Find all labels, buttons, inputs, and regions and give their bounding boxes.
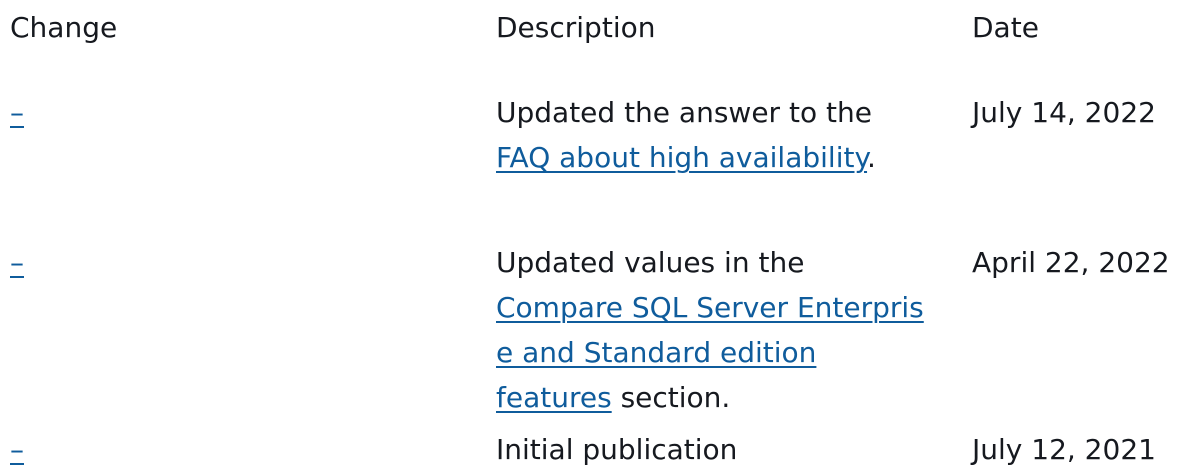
table-row-1-description: Updated the answer to the FAQ about high… bbox=[496, 90, 956, 180]
table-row-3-description: Initial publication bbox=[496, 433, 738, 466]
description-text: Updated the answer to the bbox=[496, 96, 872, 129]
header-description: Description bbox=[496, 11, 656, 44]
description-suffix: section. bbox=[611, 381, 731, 414]
table-row-2-description: Updated values in the Compare SQL Server… bbox=[496, 240, 956, 420]
compare-editions-link-part-3[interactable]: features bbox=[496, 381, 612, 414]
table-row-2-date: April 22, 2022 bbox=[972, 246, 1170, 279]
change-link[interactable]: – bbox=[10, 246, 24, 279]
change-link[interactable]: – bbox=[10, 433, 24, 466]
table-row-1-date: July 14, 2022 bbox=[972, 96, 1156, 129]
description-text: Updated values in the bbox=[496, 246, 805, 279]
compare-editions-link-part-2[interactable]: e and Standard edition bbox=[496, 336, 816, 369]
table-row-2-change: – bbox=[10, 240, 24, 285]
header-change: Change bbox=[10, 11, 118, 44]
table-row-1-change: – bbox=[10, 90, 24, 135]
table-row-3-date: July 12, 2021 bbox=[972, 433, 1156, 466]
header-date: Date bbox=[972, 11, 1039, 44]
document-history-table: Change Description Date – Updated the an… bbox=[0, 0, 1180, 476]
change-link[interactable]: – bbox=[10, 96, 24, 129]
compare-editions-link-part-1[interactable]: Compare SQL Server Enterpris bbox=[496, 291, 924, 324]
description-suffix: . bbox=[867, 141, 876, 174]
faq-high-availability-link[interactable]: FAQ about high availability bbox=[496, 141, 867, 174]
table-row-3-change: – bbox=[10, 427, 24, 472]
